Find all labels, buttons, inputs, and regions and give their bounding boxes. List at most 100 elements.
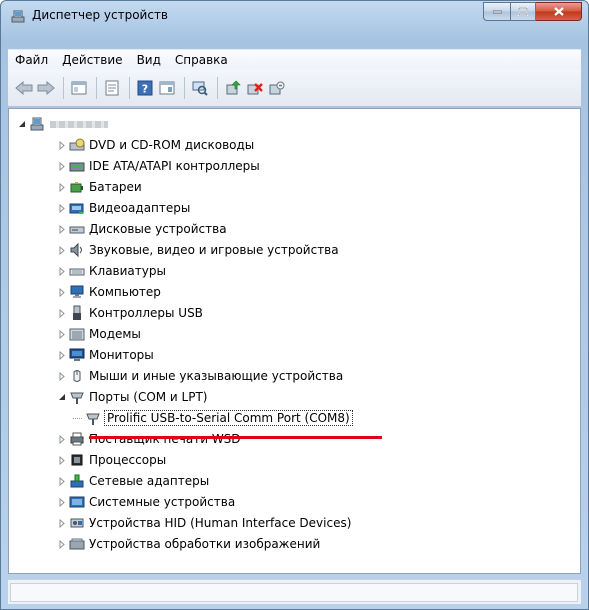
expand-arrow-icon[interactable] — [57, 539, 66, 549]
tree-category[interactable]: Процессоры — [57, 451, 166, 469]
mouse-icon — [73, 370, 81, 382]
view-icon — [159, 81, 175, 94]
port-icon — [86, 413, 100, 425]
expand-arrow-icon[interactable] — [57, 476, 66, 486]
help-icon: ? — [137, 80, 153, 95]
port-icon — [70, 392, 84, 404]
expand-arrow-icon[interactable] — [57, 350, 66, 360]
view-button[interactable] — [157, 78, 177, 98]
tree-category[interactable]: Устройства HID (Human Interface Devices) — [57, 514, 351, 532]
menu-action[interactable]: Действие — [55, 53, 129, 67]
tree-category[interactable]: Клавиатуры — [57, 262, 166, 280]
title-bar[interactable]: Диспетчер устройств — [1, 1, 588, 31]
menu-file[interactable]: Файл — [8, 53, 55, 67]
maximize-button[interactable] — [510, 2, 536, 21]
collapse-arrow-icon[interactable] — [57, 393, 66, 402]
category-label: Мыши и иные указывающие устройства — [89, 369, 344, 383]
tree-category[interactable]: Мыши и иные указывающие устройства — [57, 367, 343, 385]
close-button[interactable] — [536, 2, 582, 21]
tree-category[interactable]: Звуковые, видео и игровые устройства — [57, 241, 339, 259]
category-label: Поставщик печати WSD — [89, 432, 241, 446]
expand-arrow-icon[interactable] — [57, 287, 66, 297]
show-tree-icon — [71, 81, 87, 94]
menu-help[interactable]: Справка — [168, 53, 235, 67]
tree-category[interactable]: Мониторы — [57, 346, 154, 364]
show-tree-button[interactable] — [69, 78, 89, 98]
category-label: Порты (COM и LPT) — [89, 390, 208, 404]
uninstall-button[interactable] — [245, 78, 265, 98]
expand-arrow-icon[interactable] — [57, 182, 66, 192]
disable-button[interactable] — [267, 78, 287, 98]
computer-icon — [70, 285, 84, 298]
category-label: Звуковые, видео и игровые устройства — [89, 243, 339, 257]
expand-arrow-icon[interactable] — [57, 434, 66, 444]
tree-category[interactable]: Поставщик печати WSD — [57, 430, 241, 448]
tree-category[interactable]: Видеоадаптеры — [57, 199, 190, 217]
category-label: Клавиатуры — [89, 264, 166, 278]
tree-category[interactable]: Компьютер — [57, 283, 161, 301]
category-label: Контроллеры USB — [89, 306, 203, 320]
category-label: Устройства обработки изображений — [89, 537, 321, 551]
modem-icon — [69, 328, 85, 341]
help-button[interactable]: ? — [135, 78, 155, 98]
category-label: Мониторы — [89, 348, 154, 362]
expand-arrow-icon[interactable] — [57, 224, 66, 234]
category-label: IDE ATA/ATAPI контроллеры — [89, 159, 260, 173]
tree-root[interactable] — [17, 115, 108, 133]
menu-view[interactable]: Вид — [130, 53, 168, 67]
expand-arrow-icon[interactable] — [57, 266, 66, 276]
svg-text:?: ? — [142, 82, 148, 95]
disable-icon — [269, 81, 285, 94]
imaging-device-icon — [69, 538, 85, 550]
processor-icon — [71, 454, 83, 466]
scan-hardware-button[interactable] — [190, 78, 210, 98]
expand-arrow-icon[interactable] — [57, 203, 66, 213]
expand-arrow-icon[interactable] — [57, 497, 66, 507]
tree-category[interactable]: Системные устройства — [57, 493, 235, 511]
toolbar-separator — [96, 76, 97, 99]
expand-arrow-icon[interactable] — [57, 308, 66, 318]
tree-category[interactable]: Батареи — [57, 178, 142, 196]
expand-arrow-icon[interactable] — [57, 455, 66, 465]
tree-category[interactable]: Модемы — [57, 325, 141, 343]
expand-arrow-icon[interactable] — [57, 161, 66, 171]
collapse-arrow-icon[interactable] — [17, 120, 26, 129]
properties-button[interactable] — [102, 78, 122, 98]
tree-category[interactable]: IDE ATA/ATAPI контроллеры — [57, 157, 260, 175]
battery-icon — [70, 182, 83, 193]
expand-arrow-icon[interactable] — [57, 140, 66, 150]
expand-arrow-icon[interactable] — [57, 329, 66, 339]
update-driver-icon — [226, 80, 241, 94]
toolbar-separator — [217, 76, 218, 99]
expand-arrow-icon[interactable] — [57, 371, 66, 381]
hid-icon — [70, 518, 84, 528]
scan-hardware-icon — [192, 81, 208, 96]
status-bar — [8, 579, 581, 604]
status-cell — [10, 583, 578, 602]
display-adapter-icon — [69, 203, 84, 214]
network-adapter-icon — [70, 474, 84, 488]
maximize-icon — [518, 7, 528, 16]
tree-category[interactable]: Сетевые адаптеры — [57, 472, 209, 490]
expand-arrow-icon[interactable] — [57, 518, 66, 528]
window-title: Диспетчер устройств — [32, 8, 169, 22]
device-node-prolific[interactable]: Prolific USB-to-Serial Comm Port (COM8) — [73, 409, 353, 427]
tree-category[interactable]: Контроллеры USB — [57, 304, 203, 322]
tree-category[interactable]: DVD и CD-ROM дисководы — [57, 136, 254, 154]
minimize-button[interactable] — [483, 2, 510, 21]
back-button[interactable] — [14, 78, 34, 98]
toolbar-separator — [184, 76, 185, 99]
tree-category[interactable]: Устройства обработки изображений — [57, 535, 320, 553]
device-tree-pane[interactable]: DVD и CD-ROM дисководы IDE ATA/ATAPI конт… — [8, 108, 581, 574]
category-label: Дисковые устройства — [89, 222, 227, 236]
tree-category[interactable]: Порты (COM и LPT) — [57, 388, 207, 406]
tree-connector — [73, 414, 82, 423]
expand-arrow-icon[interactable] — [57, 245, 66, 255]
toolbar-separator — [129, 76, 130, 99]
keyboard-icon — [69, 268, 85, 276]
category-label: Системные устройства — [89, 495, 236, 509]
dvd-icon — [69, 138, 85, 151]
tree-category[interactable]: Дисковые устройства — [57, 220, 227, 238]
forward-button[interactable] — [36, 78, 56, 98]
update-driver-button[interactable] — [223, 78, 243, 98]
